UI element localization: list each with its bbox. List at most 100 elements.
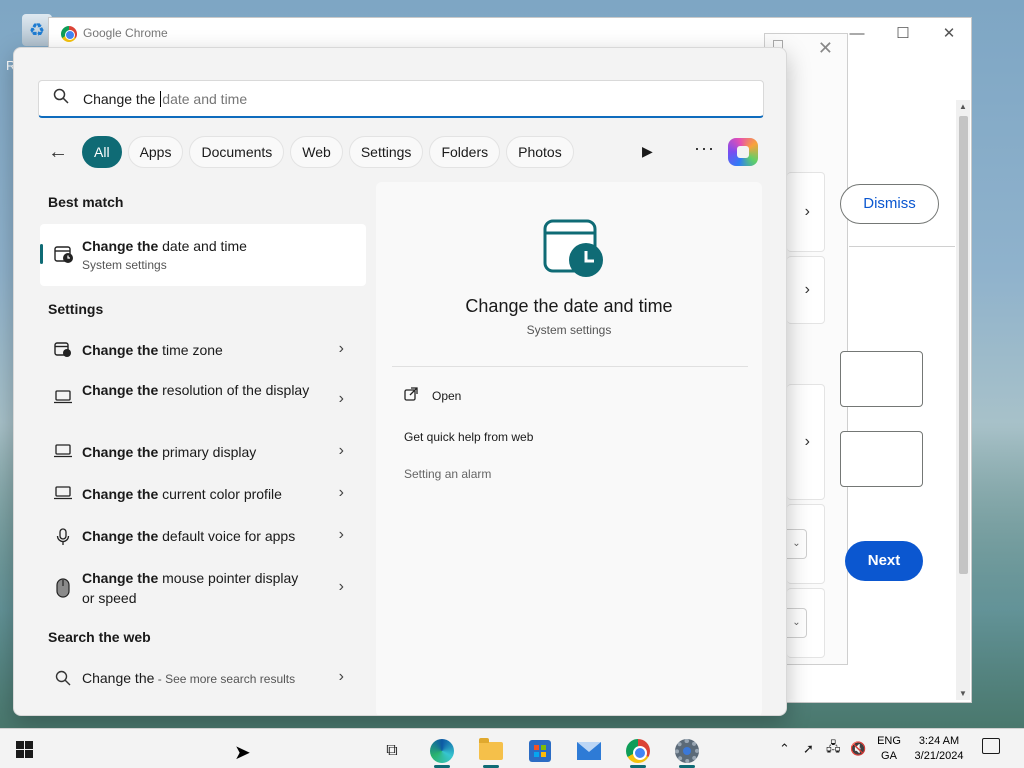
scrollbar-thumb[interactable]: [959, 116, 968, 574]
chevron-right-icon: ›: [804, 281, 810, 298]
microphone-icon: [54, 528, 72, 546]
result-label: Change the mouse pointer display or spee…: [82, 570, 299, 606]
search-input[interactable]: Change the date and time: [38, 80, 764, 118]
web-search-result[interactable]: Change the - See more search results ›: [40, 668, 366, 702]
chevron-down-icon[interactable]: ⌄: [787, 608, 807, 638]
best-match-item[interactable]: Change the date and time System settings: [40, 224, 366, 286]
chevron-down-icon[interactable]: ⌄: [787, 529, 807, 559]
filter-photos[interactable]: Photos: [506, 136, 574, 168]
taskbar: ⧉ ⌃ ➚ 🖧 🔇 ENG GA 3:24 AM 3/21/2024: [0, 728, 1024, 768]
chevron-right-icon: ›: [338, 484, 344, 501]
chrome-window-title: Google Chrome: [83, 26, 168, 40]
task-view-icon[interactable]: ⧉: [373, 734, 411, 768]
search-typed-text: Change the: [83, 90, 160, 107]
quick-help-link[interactable]: Get quick help from web: [404, 430, 533, 444]
close-icon[interactable]: ✕: [818, 38, 833, 59]
system-clock[interactable]: 3:24 AM 3/21/2024: [908, 734, 970, 764]
chevron-up-icon[interactable]: ⌃: [779, 729, 790, 768]
dialog-card[interactable]: ›: [787, 256, 825, 324]
settings-result-default-voice[interactable]: Change the default voice for apps ›: [40, 526, 366, 560]
maximize-icon[interactable]: ☐: [883, 22, 923, 46]
chrome-logo-icon: [61, 26, 77, 42]
result-label: Change the current color profile: [82, 486, 282, 502]
text-caret: [160, 90, 162, 107]
filter-documents[interactable]: Documents: [189, 136, 285, 168]
settings-result-time-zone[interactable]: Change the time zone ›: [40, 340, 366, 374]
divider: [849, 246, 955, 247]
laptop-icon: [54, 444, 72, 462]
search-autocomplete: date and time: [162, 90, 248, 107]
preview-title: Change the date and time: [465, 296, 673, 316]
open-label: Open: [432, 388, 462, 403]
form-field[interactable]: [840, 431, 923, 487]
close-icon[interactable]: ✕: [929, 22, 969, 46]
chevron-right-icon: ›: [338, 668, 344, 685]
start-search-panel: Change the date and time ← All Apps Docu…: [13, 47, 787, 716]
settings-result-primary-display[interactable]: Change the primary display ›: [40, 442, 366, 476]
form-field[interactable]: [840, 351, 923, 407]
dismiss-button[interactable]: Dismiss: [840, 184, 939, 224]
notification-icon[interactable]: [982, 738, 1000, 754]
chevron-right-icon: ›: [338, 442, 344, 459]
scroll-down-icon[interactable]: ▼: [959, 689, 967, 698]
chevron-right-icon: ›: [338, 578, 344, 595]
edge-icon[interactable]: [423, 734, 461, 768]
windows-start-icon[interactable]: [16, 741, 33, 758]
next-button[interactable]: Next: [845, 541, 923, 581]
best-match-heading: Best match: [48, 194, 124, 210]
clock-date: 3/21/2024: [914, 750, 964, 762]
result-label: Change the default voice for apps: [82, 528, 296, 544]
filter-web[interactable]: Web: [290, 136, 343, 168]
open-action[interactable]: Open: [404, 387, 461, 404]
clock-calendar-icon: [54, 342, 72, 360]
mouse-icon: [54, 578, 72, 598]
date-time-icon: [54, 246, 74, 264]
selection-indicator: [40, 244, 43, 264]
microsoft-store-icon[interactable]: [521, 734, 559, 768]
search-icon: [39, 88, 83, 109]
volume-muted-icon[interactable]: 🔇: [850, 729, 866, 768]
chevron-right-icon: ›: [804, 433, 810, 450]
dialog-card[interactable]: ›: [787, 384, 825, 500]
search-icon: [54, 670, 72, 688]
chrome-icon[interactable]: [619, 734, 657, 768]
network-icon[interactable]: 🖧: [826, 729, 841, 768]
best-match-title: Change the date and time: [82, 238, 247, 254]
date-time-icon: [542, 218, 603, 277]
scroll-up-icon[interactable]: ▲: [959, 102, 967, 111]
result-label: Change the resolution of the display: [82, 382, 310, 398]
back-arrow-icon[interactable]: ←: [48, 141, 82, 164]
location-icon[interactable]: ➚: [803, 729, 814, 768]
settings-result-color-profile[interactable]: Change the current color profile ›: [40, 484, 366, 518]
settings-result-mouse-pointer[interactable]: Change the mouse pointer display or spee…: [40, 570, 366, 618]
chrome-scrollbar[interactable]: ▲ ▼: [956, 100, 970, 700]
filter-folders[interactable]: Folders: [429, 136, 501, 168]
related-link-alarm[interactable]: Setting an alarm: [404, 467, 491, 481]
filter-settings[interactable]: Settings: [348, 136, 424, 168]
filter-all[interactable]: All: [82, 136, 122, 168]
chevron-right-icon: ›: [338, 390, 344, 407]
file-explorer-icon[interactable]: [472, 734, 510, 768]
keyboard-layout: GA: [881, 750, 897, 762]
language-indicator[interactable]: ENG GA: [876, 734, 902, 764]
play-icon[interactable]: ▶: [642, 143, 653, 160]
open-external-icon: [404, 387, 432, 404]
copilot-icon[interactable]: [728, 138, 758, 166]
result-label: Change the - See more search results: [82, 670, 296, 686]
settings-result-resolution[interactable]: Change the resolution of the display ›: [40, 382, 366, 430]
settings-heading: Settings: [48, 301, 104, 317]
laptop-icon: [54, 486, 72, 504]
mail-icon[interactable]: [570, 734, 608, 768]
chevron-right-icon: ›: [338, 526, 344, 543]
result-preview-pane: Change the date and time System settings…: [376, 182, 762, 715]
more-options-icon[interactable]: ···: [694, 138, 715, 159]
search-filter-bar: ← All Apps Documents Web Settings Folder…: [48, 136, 580, 168]
dialog-card[interactable]: ›: [787, 172, 825, 252]
filter-apps[interactable]: Apps: [127, 136, 184, 168]
result-label: Change the time zone: [82, 342, 223, 358]
laptop-icon: [54, 390, 72, 408]
divider: [392, 366, 748, 367]
settings-gear-icon[interactable]: [668, 734, 706, 768]
chevron-right-icon: ›: [338, 340, 344, 357]
best-match-subtitle: System settings: [82, 258, 167, 272]
